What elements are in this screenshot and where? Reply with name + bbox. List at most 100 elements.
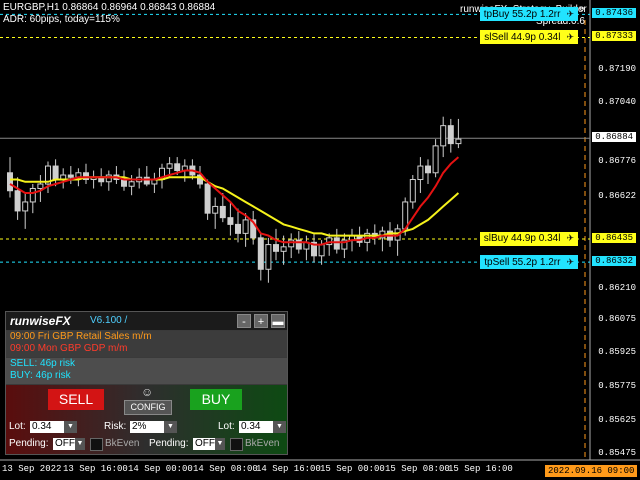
level-tag-label: tpBuy 55.2p 1.2rr: [483, 8, 561, 20]
current-time-tag: 2022.09.16 09:00: [545, 465, 638, 477]
minimize-button[interactable]: -: [237, 314, 251, 328]
pending-sell-dropdown-icon[interactable]: ▼: [75, 438, 85, 450]
tp-level-tag[interactable]: tpBuy 55.2p 1.2rr ✈: [479, 7, 578, 22]
candle-body: [204, 183, 211, 214]
risk-label: Risk:: [104, 421, 127, 432]
price-tick-label: 0.87436: [592, 8, 636, 19]
candle-body: [273, 244, 279, 252]
price-tick-label: 0.85925: [598, 347, 636, 358]
pending-buy-dropdown-icon[interactable]: ▼: [215, 438, 225, 450]
candle-body: [440, 125, 447, 147]
candle-body: [67, 174, 74, 178]
risk-dropdown-icon[interactable]: ▼: [164, 421, 177, 433]
time-tick-label: 13 Sep 16:00: [63, 464, 128, 474]
sl-level-tag[interactable]: slSell 44.9p 0.34l ✈: [480, 30, 578, 45]
sell-risk: SELL: 46p risk: [10, 358, 76, 369]
symbol-info: EURGBP,H1 0.86864 0.86964 0.86843 0.8688…: [3, 2, 216, 13]
candle-body: [257, 237, 264, 270]
time-tick-label: 14 Sep 00:00: [128, 464, 193, 474]
candle-body: [333, 237, 340, 250]
candle-body: [455, 138, 462, 145]
expand-button[interactable]: +: [254, 314, 268, 328]
time-tick-label: 15 Sep 16:00: [448, 464, 513, 474]
candle-body: [14, 190, 21, 212]
pending-sell-select[interactable]: OFF: [53, 438, 75, 450]
candle-body: [121, 179, 127, 187]
time-tick-label: 14 Sep 16:00: [256, 464, 321, 474]
candle-body: [7, 172, 13, 192]
pin-icon[interactable]: ✈: [566, 9, 574, 20]
lot-sell-dropdown-icon[interactable]: ▼: [64, 421, 77, 433]
candle-body: [227, 217, 234, 225]
price-tick-label: 0.85625: [598, 414, 636, 425]
pending-buy-label: Pending:: [149, 438, 189, 449]
price-tick-label: 0.87333: [592, 31, 636, 42]
level-tag-label: slBuy 44.9p 0.34l: [483, 233, 561, 245]
candle-body: [417, 165, 424, 181]
candle-body: [318, 244, 325, 257]
candle-body: [219, 205, 226, 219]
price-tick-label: 0.86622: [598, 191, 636, 201]
lot-buy-select[interactable]: 0.34: [239, 421, 273, 433]
candle-body: [105, 174, 112, 183]
time-tick-label: 15 Sep 08:00: [385, 464, 450, 474]
candle-body: [265, 244, 272, 270]
lot-sell-label: Lot:: [9, 421, 26, 432]
price-tick-label: 0.86776: [598, 156, 636, 167]
level-tag-label: slSell 44.9p 0.34l: [484, 31, 561, 43]
price-tick-label: 0.86075: [598, 313, 636, 324]
chart-window[interactable]: EURGBP,H1 0.86864 0.86964 0.86843 0.8688…: [0, 0, 640, 480]
config-button[interactable]: CONFIG: [124, 400, 172, 415]
news-list: 09:00 Fri GBP Retail Sales m/m 09:00 Mon…: [6, 331, 287, 357]
candle-body: [447, 125, 454, 145]
risk-select[interactable]: 2%: [130, 421, 164, 433]
pin-icon[interactable]: ✈: [566, 32, 574, 43]
candle-body: [288, 239, 295, 248]
price-tick-label: 0.86210: [598, 283, 636, 294]
trade-controls: SELL ☺ CONFIG BUY Lot: 0.34 ▼ Risk: 2% ▼…: [6, 385, 287, 454]
candle-body: [235, 223, 241, 234]
candle-body: [174, 163, 181, 172]
time-tick-label: 13 Sep 2022: [2, 464, 62, 474]
candle-body: [128, 181, 135, 187]
sl-level-tag[interactable]: slBuy 44.9p 0.34l ✈: [479, 231, 578, 246]
sell-button[interactable]: SELL: [48, 389, 104, 410]
panel-brand: runwiseFX: [10, 314, 71, 328]
price-tick-label: 0.85775: [598, 381, 636, 392]
candle-body: [166, 163, 173, 169]
bkeven-buy-checkbox[interactable]: [230, 438, 243, 451]
price-tick-label: 0.85475: [598, 448, 636, 459]
panel-version: V6.100 /: [90, 315, 128, 326]
lot-buy-dropdown-icon[interactable]: ▼: [273, 421, 286, 433]
candle-body: [37, 183, 44, 189]
price-tick-label: 0.86332: [592, 256, 636, 267]
price-tick-label: 0.86435: [592, 232, 636, 243]
trade-panel: runwiseFX V6.100 / - + ▬ 09:00 Fri GBP R…: [5, 311, 288, 455]
candle-body: [52, 165, 59, 181]
smiley-icon: ☺: [141, 385, 154, 399]
collapse-button[interactable]: ▬: [271, 314, 285, 328]
candle-body: [22, 201, 29, 212]
candle-body: [242, 219, 249, 234]
pin-icon[interactable]: ✈: [566, 233, 574, 244]
candle-body: [212, 205, 219, 214]
time-tick-label: 14 Sep 08:00: [193, 464, 258, 474]
candle-body: [425, 165, 431, 174]
lot-sell-select[interactable]: 0.34: [30, 421, 64, 433]
price-tick-label: 0.87190: [598, 63, 636, 74]
lot-buy-label: Lot:: [218, 421, 235, 432]
pending-buy-select[interactable]: OFF: [193, 438, 215, 450]
pin-icon[interactable]: ✈: [566, 257, 574, 268]
bkeven-buy-label: BkEven: [245, 438, 280, 449]
candle-body: [409, 179, 416, 203]
level-tag-label: tpSell 55.2p 1.2rr: [484, 256, 561, 268]
bkeven-sell-checkbox[interactable]: [90, 438, 103, 451]
panel-titlebar[interactable]: runwiseFX V6.100 / - + ▬: [6, 312, 287, 330]
tp-level-tag[interactable]: tpSell 55.2p 1.2rr ✈: [480, 255, 578, 270]
pending-sell-label: Pending:: [9, 438, 49, 449]
settings-icon[interactable]: ⚪: [578, 3, 586, 15]
adr-info: ADR: 60pips, today=115%: [3, 14, 120, 25]
buy-button[interactable]: BUY: [190, 389, 242, 410]
time-tick-label: 15 Sep 00:00: [320, 464, 385, 474]
buy-risk: BUY: 46p risk: [10, 370, 71, 381]
